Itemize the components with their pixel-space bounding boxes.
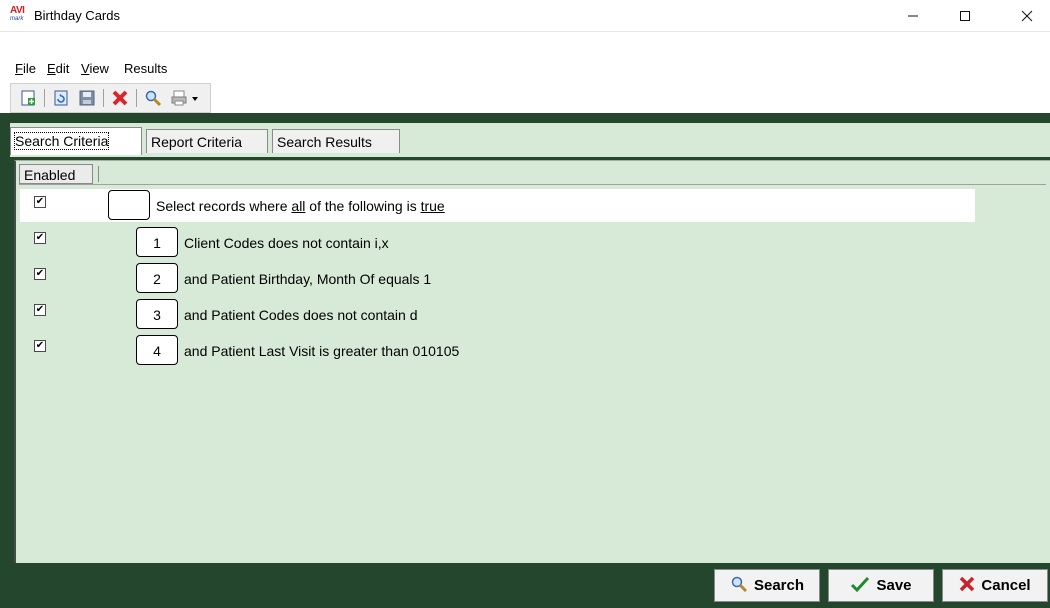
search-magnifier-icon xyxy=(730,575,748,597)
enabled-checkbox[interactable]: ✔ xyxy=(34,268,46,280)
menu-results[interactable]: Results xyxy=(124,61,167,76)
toolbar-separator xyxy=(103,89,104,107)
refresh-icon[interactable] xyxy=(50,87,72,109)
enabled-checkbox[interactable]: ✔ xyxy=(34,304,46,316)
condition-text[interactable]: and Patient Last Visit is greater than 0… xyxy=(184,343,459,359)
condition-number[interactable]: 2 xyxy=(136,263,178,293)
tab-report-criteria[interactable]: Report Criteria xyxy=(146,129,268,153)
truth-link[interactable]: true xyxy=(421,198,445,214)
tab-search-results[interactable]: Search Results xyxy=(272,129,400,153)
delete-x-icon[interactable] xyxy=(109,87,131,109)
criteria-row[interactable]: ✔ 3 and Patient Codes does not contain d xyxy=(20,297,975,331)
condition-number[interactable]: 3 xyxy=(136,299,178,329)
criteria-row[interactable]: ✔ 4 and Patient Last Visit is greater th… xyxy=(20,333,975,367)
group-box[interactable] xyxy=(108,190,150,220)
condition-number[interactable]: 1 xyxy=(136,227,178,257)
criteria-row[interactable]: ✔ 2 and Patient Birthday, Month Of equal… xyxy=(20,261,975,295)
menu-edit[interactable]: Edit xyxy=(47,61,69,76)
header-divider xyxy=(98,166,99,182)
print-icon[interactable] xyxy=(168,87,190,109)
tab-strip: Search Criteria Report Criteria Search R… xyxy=(10,123,1050,157)
grid-header: Enabled xyxy=(19,164,1046,185)
toolbar xyxy=(10,83,211,113)
title-bar: AVI mark Birthday Cards xyxy=(0,0,1050,32)
search-button[interactable]: Search xyxy=(714,569,820,602)
close-button[interactable] xyxy=(1004,0,1050,31)
maximize-button[interactable] xyxy=(942,0,988,31)
save-button[interactable]: Save xyxy=(828,569,934,602)
save-button-label: Save xyxy=(876,577,912,594)
enabled-column-header: Enabled xyxy=(19,164,93,184)
cancel-button-label: Cancel xyxy=(981,577,1031,594)
toolbar-separator xyxy=(44,89,45,107)
cancel-button[interactable]: Cancel xyxy=(942,569,1048,602)
quantifier-link[interactable]: all xyxy=(291,198,305,214)
checkmark-icon xyxy=(850,575,870,597)
search-button-label: Search xyxy=(753,577,805,594)
avimark-logo-icon: AVI mark xyxy=(10,5,25,23)
enabled-checkbox[interactable]: ✔ xyxy=(34,196,46,208)
criteria-row[interactable]: ✔ 1 Client Codes does not contain i,x xyxy=(20,225,975,259)
main-criteria-row[interactable]: ✔ Select records where all of the follow… xyxy=(20,189,975,222)
enabled-checkbox[interactable]: ✔ xyxy=(34,340,46,352)
dropdown-arrow-icon[interactable] xyxy=(190,87,200,109)
condition-text[interactable]: and Patient Codes does not contain d xyxy=(184,307,418,323)
main-criteria-text: Select records where all of the followin… xyxy=(156,198,445,214)
toolbar-separator xyxy=(136,89,137,107)
search-criteria-panel: Enabled ✔ Select records where all of th… xyxy=(14,160,1050,564)
menu-file[interactable]: File xyxy=(15,61,36,76)
menu-view[interactable]: View xyxy=(81,61,109,76)
window-title: Birthday Cards xyxy=(34,8,120,23)
menu-bar: File Edit View Results xyxy=(0,55,1050,79)
enabled-checkbox[interactable]: ✔ xyxy=(34,232,46,244)
condition-text[interactable]: and Patient Birthday, Month Of equals 1 xyxy=(184,271,431,287)
cancel-x-icon xyxy=(959,576,975,596)
find-magnifier-icon[interactable] xyxy=(142,87,164,109)
new-record-icon[interactable] xyxy=(17,87,39,109)
tab-search-criteria[interactable]: Search Criteria xyxy=(10,127,142,155)
save-disk-icon[interactable] xyxy=(76,87,98,109)
condition-number[interactable]: 4 xyxy=(136,335,178,365)
minimize-button[interactable] xyxy=(890,0,936,31)
condition-text[interactable]: Client Codes does not contain i,x xyxy=(184,235,389,251)
